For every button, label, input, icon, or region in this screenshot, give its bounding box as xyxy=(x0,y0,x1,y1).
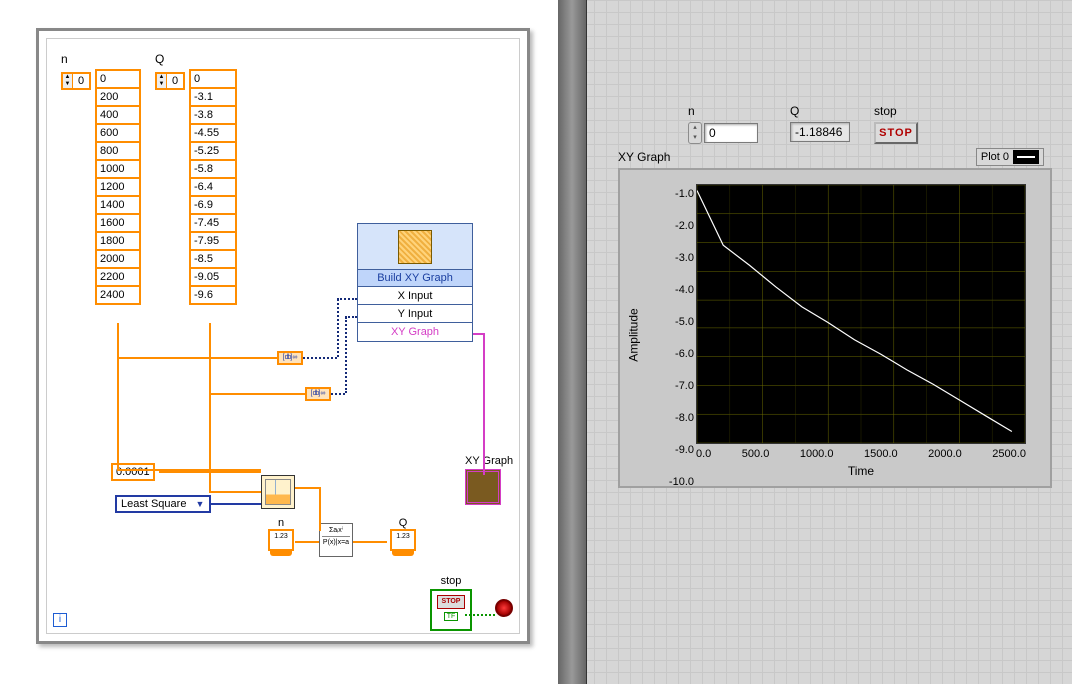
build-xy-title: Build XY Graph xyxy=(358,270,472,287)
array-n-cells: 0200400600800100012001400160018002000220… xyxy=(95,69,141,305)
fp-q-indicator: Q -1.18846 xyxy=(790,104,850,142)
array-q-cell[interactable]: -9.05 xyxy=(191,267,235,285)
array-n-cell[interactable]: 200 xyxy=(97,87,139,105)
array-q-cell[interactable]: -6.4 xyxy=(191,177,235,195)
build-xy-x-input[interactable]: X Input xyxy=(358,287,472,305)
array-n-label: n xyxy=(61,52,68,66)
array-q-cells: 0-3.1-3.8-4.55-5.25-5.8-6.4-6.9-7.45-7.9… xyxy=(189,69,237,305)
n-control-terminal[interactable]: n 1.23 xyxy=(261,517,301,551)
xy-graph-term-label: XY Graph xyxy=(465,455,513,467)
while-loop-frame: n ▲▼ 0 020040060080010001200140016001800… xyxy=(36,28,530,644)
array-n-cell[interactable]: 1800 xyxy=(97,231,139,249)
method-combobox[interactable]: Least Square ▼ xyxy=(115,495,211,513)
array-q-cell[interactable]: -7.95 xyxy=(191,231,235,249)
array-q-cell[interactable]: -8.5 xyxy=(191,249,235,267)
array-q-cell[interactable]: -5.8 xyxy=(191,159,235,177)
array-q-cell[interactable]: -7.45 xyxy=(191,213,235,231)
array-n-cell[interactable]: 1000 xyxy=(97,159,139,177)
build-xy-y-input[interactable]: Y Input xyxy=(358,305,472,323)
array-n-cell[interactable]: 1600 xyxy=(97,213,139,231)
array-q-cell[interactable]: -4.55 xyxy=(191,123,235,141)
array-n-cell[interactable]: 2200 xyxy=(97,267,139,285)
array-q-cell[interactable]: 0 xyxy=(191,69,235,87)
polynomial-eval-node[interactable]: Σaᵢxⁱ P(x)|x=a xyxy=(319,523,353,557)
xy-graph-indicator[interactable]: XY Graph Plot 0 Amplitude -1.0-2.0-3.0-4… xyxy=(618,168,1052,488)
x-axis-ticks: 0.0500.01000.01500.02000.02500.0 xyxy=(696,448,1026,460)
array-n-cell[interactable]: 0 xyxy=(97,69,139,87)
array-q-cell[interactable]: -3.8 xyxy=(191,105,235,123)
y-axis-ticks: -1.0-2.0-3.0-4.0-5.0-6.0-7.0-8.0-9.0-10.… xyxy=(634,188,694,482)
array-n-cell[interactable]: 800 xyxy=(97,141,139,159)
array-n-cell[interactable]: 400 xyxy=(97,105,139,123)
xy-graph-indicator-terminal[interactable]: XY Graph xyxy=(465,455,513,505)
array-q-cell[interactable]: -5.25 xyxy=(191,141,235,159)
front-panel-pane: n ▴▾ 0 Q -1.18846 stop STOP XY Graph Plo… xyxy=(558,0,1072,684)
array-n-cell[interactable]: 2000 xyxy=(97,249,139,267)
build-xy-graph-node[interactable]: Build XY Graph X Input Y Input XY Graph xyxy=(357,223,473,342)
plot-wrap: -1.0-2.0-3.0-4.0-5.0-6.0-7.0-8.0-9.0-10.… xyxy=(628,184,1038,478)
stop-terminal-label: stop xyxy=(423,575,479,587)
q-terminal-label: Q xyxy=(383,517,423,529)
fp-q-label: Q xyxy=(790,104,850,118)
array-q-cell[interactable]: -3.1 xyxy=(191,87,235,105)
legend-line-sample xyxy=(1013,150,1039,164)
conversion-node-x[interactable]: [db]∞ xyxy=(277,351,303,365)
array-q-cell[interactable]: -9.6 xyxy=(191,285,235,303)
stop-button-terminal[interactable]: stop STOP TF xyxy=(423,575,479,631)
array-n-cell[interactable]: 600 xyxy=(97,123,139,141)
array-n-index[interactable]: ▲▼ 0 xyxy=(61,72,91,90)
x-axis-label: Time xyxy=(696,464,1026,478)
xy-graph-title: XY Graph xyxy=(618,150,670,164)
build-xy-graph-icon xyxy=(398,230,432,264)
n-terminal-label: n xyxy=(261,517,301,529)
loop-stop-condition[interactable] xyxy=(495,599,513,617)
array-q-cell[interactable]: -6.9 xyxy=(191,195,235,213)
loop-iteration-terminal[interactable]: i xyxy=(53,613,67,627)
array-control-n[interactable]: n ▲▼ 0 020040060080010001200140016001800… xyxy=(61,69,91,90)
curve-fit-vi-icon[interactable] xyxy=(261,475,295,509)
while-loop-inner: n ▲▼ 0 020040060080010001200140016001800… xyxy=(46,38,520,634)
fp-stop-label: stop xyxy=(874,104,918,118)
array-q-index[interactable]: ▲▼ 0 xyxy=(155,72,185,90)
array-n-cell[interactable]: 1200 xyxy=(97,177,139,195)
q-indicator-terminal[interactable]: Q 1.23 xyxy=(383,517,423,551)
conversion-node-y[interactable]: [db]∞ xyxy=(305,387,331,401)
array-n-cell[interactable]: 2400 xyxy=(97,285,139,303)
chevron-down-icon: ▼ xyxy=(195,499,205,509)
fp-stop-button[interactable]: stop STOP xyxy=(874,104,918,144)
array-q-label: Q xyxy=(155,52,164,66)
fp-n-label: n xyxy=(688,104,758,118)
fp-n-control[interactable]: n ▴▾ 0 xyxy=(688,104,758,144)
xy-graph-legend[interactable]: Plot 0 xyxy=(976,148,1044,166)
array-n-cell[interactable]: 1400 xyxy=(97,195,139,213)
build-xy-output[interactable]: XY Graph xyxy=(358,323,472,341)
plot-area[interactable] xyxy=(696,184,1026,444)
method-value: Least Square xyxy=(121,498,195,510)
array-control-q[interactable]: Q ▲▼ 0 0-3.1-3.8-4.55-5.25-5.8-6.4-6.9-7… xyxy=(155,69,185,90)
block-diagram-pane: n ▲▼ 0 020040060080010001200140016001800… xyxy=(0,0,558,684)
